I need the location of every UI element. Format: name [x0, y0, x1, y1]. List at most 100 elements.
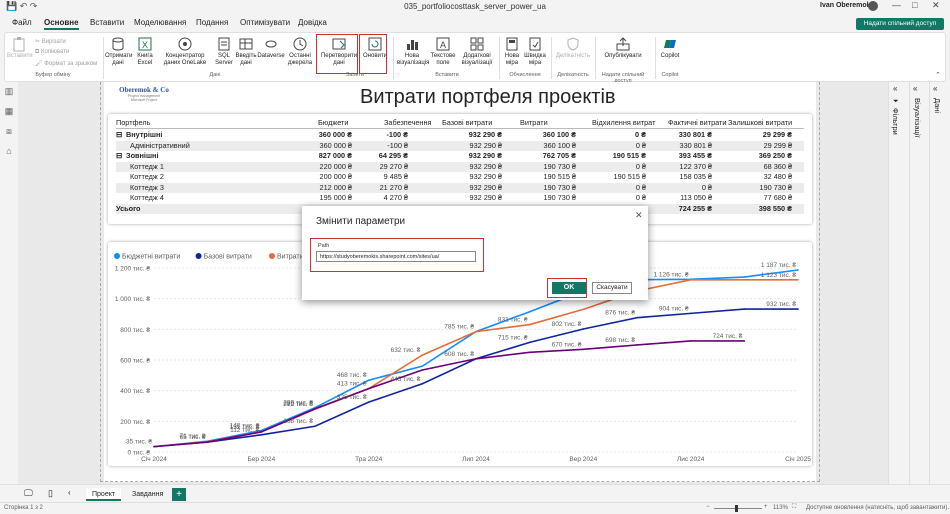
model-view-icon[interactable]: ⧈	[4, 126, 14, 136]
new-visual-button[interactable]: Нова візуалізація	[397, 36, 429, 67]
menu-help[interactable]: Довідка	[298, 18, 327, 27]
data-point	[582, 348, 585, 351]
col-variance[interactable]: Відхилення витрат	[592, 118, 655, 129]
share-button[interactable]: Надати спільний доступ	[856, 18, 944, 30]
menu-bar: Файл Основне Вставити Моделювання Поданн…	[0, 16, 950, 32]
col-actual[interactable]: Фактичні витрати	[668, 118, 726, 129]
collapse-filters-icon[interactable]: «	[893, 84, 897, 93]
col-budgets[interactable]: Бюджети	[318, 118, 348, 129]
table-view-icon[interactable]: ▦	[4, 106, 14, 116]
collapse-icon[interactable]: ⊟	[116, 151, 122, 162]
col-remaining[interactable]: Залишкові витрати	[728, 118, 792, 129]
maximize-icon[interactable]: □	[912, 0, 917, 10]
dataverse-button[interactable]: Dataverse	[257, 36, 285, 60]
text-box-button[interactable]: A Текстове поле	[429, 36, 457, 67]
recent-sources-button[interactable]: Останні джерела	[285, 36, 315, 67]
prev-page-icon[interactable]: ‹	[68, 488, 71, 497]
y-tick-label: 600 тис. ₴	[120, 358, 150, 365]
row-label: Коттедж 4	[130, 193, 164, 202]
excel-button[interactable]: X Книга Excel	[133, 36, 157, 67]
data-label: 413 тис. ₴	[337, 381, 367, 388]
publish-button[interactable]: Опублікувати	[601, 36, 645, 60]
data-label: 131 тис. ₴	[230, 424, 260, 431]
avatar[interactable]	[868, 1, 878, 11]
data-label: 724 тис. ₴	[713, 333, 743, 340]
table-cell: 0 ₴	[701, 182, 712, 192]
sensitivity-button[interactable]: Делікатність	[555, 36, 591, 60]
dax-query-icon[interactable]: ⌂	[4, 146, 14, 156]
data-point	[367, 379, 370, 382]
col-provision[interactable]: Забезпечення	[384, 118, 431, 129]
get-data-label: Отримати дані	[105, 53, 133, 66]
user-name[interactable]: Ivan Oberemok	[820, 2, 871, 9]
new-measure-button[interactable]: Нова міра	[501, 36, 523, 67]
close-window-icon[interactable]: ✕	[932, 0, 940, 11]
menu-optimize[interactable]: Оптимізувати	[240, 18, 290, 27]
quick-measure-button[interactable]: Швидка міра	[523, 36, 547, 67]
col-baseline[interactable]: Базові витрати	[442, 118, 492, 129]
data-pane-label[interactable]: Дані	[933, 98, 942, 113]
publish-icon	[616, 37, 630, 51]
fit-page-icon[interactable]: ⛶	[792, 504, 796, 511]
data-point	[689, 340, 692, 342]
update-message[interactable]: Доступне оновлення (натисніть, щоб заван…	[806, 505, 949, 511]
visualizations-pane-label[interactable]: Візуалізації	[913, 98, 922, 138]
table-cell: 190 515 ₴	[612, 151, 646, 160]
data-point	[528, 323, 531, 326]
collapse-icon[interactable]: ⊟	[116, 130, 122, 141]
add-page-button[interactable]: +	[172, 488, 186, 501]
paste-button[interactable]: Вставити	[7, 36, 33, 60]
table-cell: 29 299 ₴	[763, 140, 792, 150]
zoom-slider-thumb[interactable]	[735, 505, 738, 512]
filter-icon: ⏷	[893, 98, 899, 105]
table-cell: 122 370 ₴	[679, 161, 712, 171]
col-costs[interactable]: Витрати	[520, 118, 548, 129]
table-row[interactable]: ⊟ Зовнішні 827 000 ₴ 64 295 ₴ 932 290 ₴ 762 7…	[116, 151, 804, 162]
cut-button[interactable]: ✂ Вирізати	[35, 38, 66, 45]
table-row[interactable]: ⊟ Внутрішні 360 000 ₴ -100 ₴ 932 290 ₴ 360 10…	[116, 130, 804, 141]
menu-insert[interactable]: Вставити	[90, 18, 124, 27]
filters-pane-label[interactable]: Фільтри	[891, 108, 900, 135]
table-row[interactable]: Коттедж 3 212 000 ₴ 21 270 ₴ 932 290 ₴ 190 7…	[116, 182, 804, 193]
legend-marker	[195, 253, 202, 259]
menu-home[interactable]: Основне	[44, 18, 79, 30]
tab-tasks[interactable]: Завдання	[126, 488, 169, 501]
logo-line3: Microsoft Project	[130, 98, 158, 102]
copilot-button[interactable]: Copilot	[657, 36, 683, 60]
close-icon[interactable]: ✕	[635, 210, 643, 221]
menu-modeling[interactable]: Моделювання	[134, 18, 186, 27]
more-visuals-button[interactable]: Додаткові візуалізації	[457, 36, 497, 67]
zoom-in-icon[interactable]: +	[764, 504, 768, 510]
onelake-button[interactable]: Концентратор даних OneLake	[159, 36, 211, 67]
desktop-layout-icon[interactable]: 🖵	[24, 488, 33, 499]
zoom-slider[interactable]	[714, 508, 762, 509]
mobile-layout-icon[interactable]: ▯	[48, 488, 53, 499]
table-row[interactable]: Коттедж 4 195 000 ₴ 4 270 ₴ 932 290 ₴ 190 73…	[116, 193, 804, 204]
table-row[interactable]: Коттедж 1 220 000 ₴ 29 270 ₴ 932 290 ₴ 190 7…	[116, 161, 804, 172]
copy-button[interactable]: ⧉ Копіювати	[35, 49, 69, 56]
table-cell: 360 000 ₴	[318, 130, 352, 139]
company-logo: Oberemok & Co Project management Microso…	[116, 86, 172, 102]
table-row[interactable]: Адміністративний 360 000 ₴ -100 ₴ 932 290 ₴…	[116, 140, 804, 151]
table-row[interactable]: Коттедж 2 200 000 ₴ 9 485 ₴ 932 290 ₴ 190 51…	[116, 172, 804, 183]
data-point	[636, 344, 638, 346]
menu-file[interactable]: Файл	[12, 18, 32, 27]
get-data-button[interactable]: Отримати дані	[105, 36, 133, 67]
row-label: Усього	[116, 203, 141, 213]
divider	[103, 37, 104, 79]
report-view-icon[interactable]: ▥	[4, 86, 14, 96]
cancel-button[interactable]: Скасувати	[592, 282, 632, 294]
collapse-ribbon-icon[interactable]: ⌃	[935, 71, 941, 79]
menu-view[interactable]: Подання	[196, 18, 228, 27]
collapse-visualizations-icon[interactable]: «	[913, 84, 917, 93]
enter-data-button[interactable]: Введіть дані	[235, 36, 257, 67]
zoom-out-icon[interactable]: −	[706, 504, 710, 510]
format-painter-button[interactable]: 🖌 Формат за зразком	[35, 60, 97, 67]
collapse-data-icon[interactable]: «	[933, 84, 937, 93]
col-portfolio[interactable]: Портфель	[116, 118, 150, 129]
calculator-icon	[506, 37, 518, 51]
sql-server-button[interactable]: SQL Server	[213, 36, 235, 67]
tab-project[interactable]: Проект	[86, 488, 122, 501]
minimize-icon[interactable]: —	[892, 0, 901, 10]
data-point	[797, 269, 799, 271]
